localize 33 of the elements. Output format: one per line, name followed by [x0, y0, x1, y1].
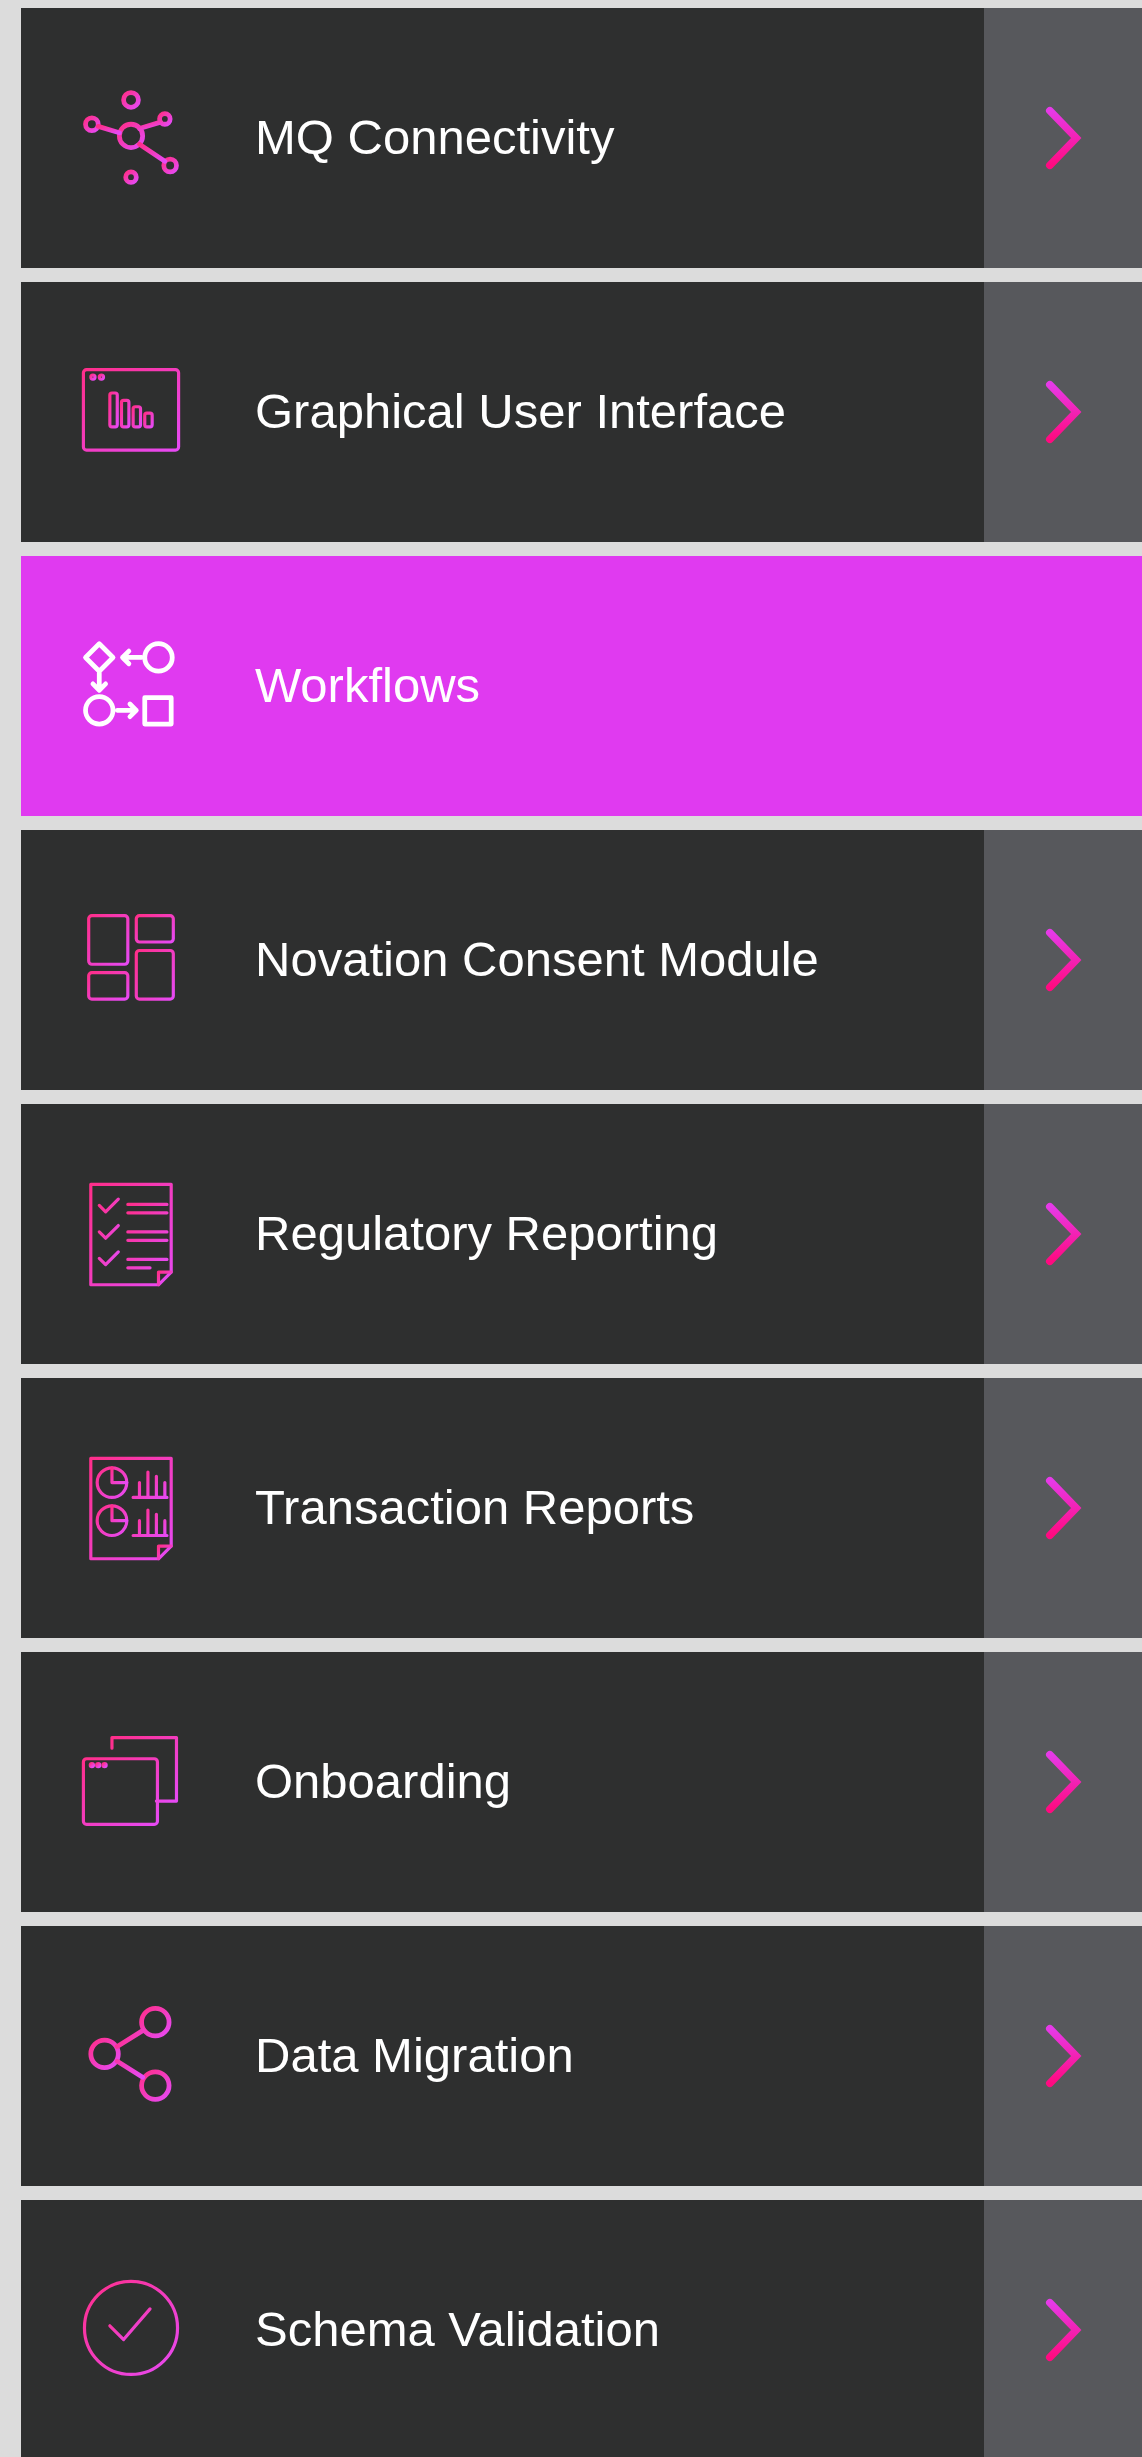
menu-item[interactable]: Novation Consent Module	[21, 830, 1142, 1090]
menu-item[interactable]: Transaction Reports	[21, 1378, 1142, 1638]
menu-label: Novation Consent Module	[254, 931, 820, 989]
chevron-right-icon	[1044, 1475, 1082, 1541]
menu-item[interactable]: Regulatory Reporting	[21, 1104, 1142, 1364]
arrow-panel[interactable]	[984, 1378, 1142, 1638]
chevron-right-icon	[1044, 2023, 1082, 2089]
chevron-right-icon	[1044, 1749, 1082, 1815]
arrow-panel[interactable]	[984, 282, 1142, 542]
menu-label: Workflows	[254, 657, 482, 715]
chevron-right-icon	[1044, 2297, 1082, 2363]
menu-item[interactable]: Graphical User Interface	[21, 282, 1142, 542]
menu-label: Schema Validation	[254, 2301, 661, 2359]
arrow-panel[interactable]	[984, 830, 1142, 1090]
menu-label: MQ Connectivity	[254, 109, 616, 167]
chevron-right-icon	[1044, 927, 1082, 993]
menu-label: Regulatory Reporting	[254, 1205, 720, 1263]
menu-label: Transaction Reports	[254, 1479, 696, 1537]
arrow-panel[interactable]	[984, 8, 1142, 268]
menu-item[interactable]: Data Migration	[21, 1926, 1142, 2186]
arrow-panel[interactable]	[984, 1652, 1142, 1912]
menu-item[interactable]: Onboarding	[21, 1652, 1142, 1912]
chevron-right-icon	[1044, 379, 1082, 445]
menu-label: Onboarding	[254, 1753, 513, 1811]
chevron-right-icon	[1044, 1201, 1082, 1267]
menu-label: Data Migration	[254, 2027, 575, 2085]
menu-label: Graphical User Interface	[254, 383, 788, 441]
chevron-right-icon	[1044, 105, 1082, 171]
arrow-panel[interactable]	[984, 2200, 1142, 2457]
arrow-panel[interactable]	[984, 1926, 1142, 2186]
menu-item[interactable]: MQ Connectivity	[21, 8, 1142, 268]
menu-item[interactable]: Schema Validation	[21, 2200, 1142, 2457]
arrow-panel[interactable]	[984, 1104, 1142, 1364]
